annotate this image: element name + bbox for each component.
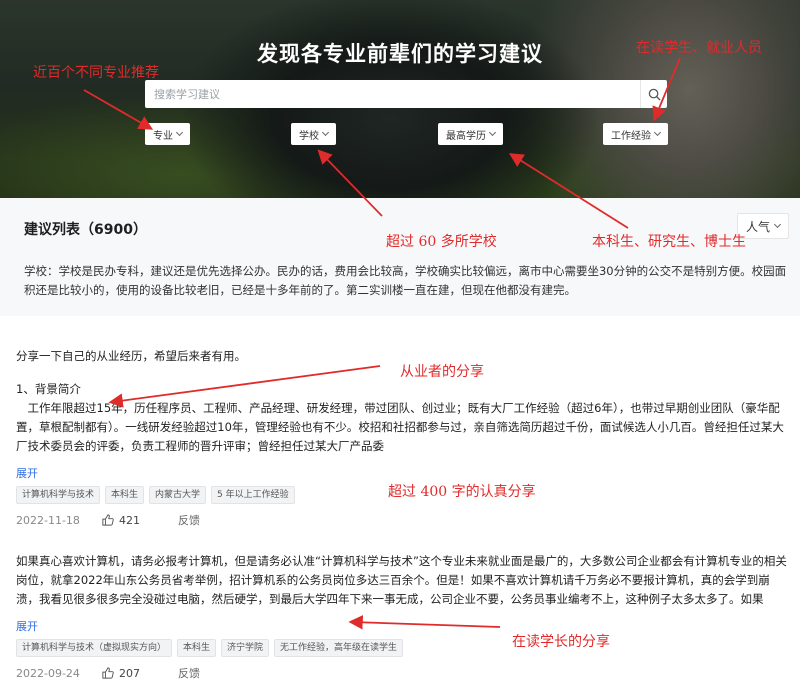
filter-degree-label: 最高学历 (446, 130, 486, 142)
chevron-down-icon (321, 128, 330, 137)
post-date: 2022-09-24 (16, 666, 80, 680)
tag-school[interactable]: 内蒙古大学 (149, 486, 207, 504)
search-input[interactable] (145, 80, 640, 108)
filter-school[interactable]: 学校 (291, 123, 336, 145)
tag-major[interactable]: 计算机科学与技术 (16, 486, 101, 504)
like-button[interactable]: 207 (102, 667, 178, 680)
annotation-arrow-student (348, 615, 501, 630)
chevron-down-icon (488, 128, 497, 137)
search-icon (648, 88, 661, 101)
report-link[interactable]: 反馈 (178, 512, 200, 528)
thumbs-up-icon (102, 514, 114, 526)
post-2-text: 如果真心喜欢计算机，请务必报考计算机，但是请务必认准“计算机科学与技术”这个专业… (16, 554, 787, 606)
annotation-degrees: 本科生、研究生、博士生 (592, 234, 746, 250)
thumbs-up-icon (102, 667, 114, 679)
tag-degree[interactable]: 本科生 (177, 639, 217, 657)
school-intro: 学校：学校是民办专科，建议还是优先选择公办。民办的话，费用会比较高，学校确实比较… (24, 264, 787, 297)
post-1-meta: 2022-11-18 421 反馈 (16, 512, 200, 528)
post-date: 2022-11-18 (16, 513, 80, 527)
post-2-meta: 2022-09-24 207 反馈 (16, 665, 200, 681)
post-2-tags: 计算机科学与技术（虚拟现实方向） 本科生 济宁学院 无工作经验，高年级在读学生 (16, 639, 404, 657)
filter-major-label: 专业 (153, 130, 173, 142)
search-bar (145, 80, 667, 108)
filter-major[interactable]: 专业 (145, 123, 190, 145)
sort-label: 人气 (745, 219, 770, 234)
filter-experience[interactable]: 工作经验 (603, 123, 668, 145)
post-1-tags: 计算机科学与技术 本科生 内蒙古大学 5 年以上工作经验 (16, 486, 295, 504)
filter-degree[interactable]: 最高学历 (438, 123, 503, 145)
like-button[interactable]: 421 (102, 514, 178, 527)
annotation-companies: 在读学生、就业人员 (636, 40, 762, 56)
filter-school-label: 学校 (299, 130, 319, 142)
chevron-down-icon (653, 128, 662, 137)
annotation-student: 在读学长的分享 (512, 634, 610, 650)
annotation-length: 超过 400 字的认真分享 (388, 484, 536, 500)
annotation-practitioner: 从业者的分享 (400, 364, 484, 380)
like-count: 421 (119, 513, 140, 527)
post-1-expand-link[interactable]: 展开 (16, 465, 38, 481)
post-1-line-3: 工作年限超过15年，历任程序员、工程师、产品经理、研发经理，带过团队、创过业；既… (16, 401, 784, 453)
tag-experience[interactable]: 无工作经验，高年级在读学生 (274, 639, 404, 657)
chevron-down-icon (175, 128, 184, 137)
tag-major[interactable]: 计算机科学与技术（虚拟现实方向） (16, 639, 173, 657)
annotation-majors: 近百个不同专业推荐 (33, 65, 159, 81)
report-link[interactable]: 反馈 (178, 665, 200, 681)
like-count: 207 (119, 666, 140, 680)
post-1-line-2: 1、背景简介 (16, 382, 81, 396)
post-2-expand-link[interactable]: 展开 (16, 618, 38, 634)
tag-degree[interactable]: 本科生 (105, 486, 145, 504)
chevron-down-icon (773, 220, 782, 229)
annotation-schools: 超过 60 多所学校 (386, 234, 497, 250)
tag-school[interactable]: 济宁学院 (221, 639, 270, 657)
tag-experience[interactable]: 5 年以上工作经验 (211, 486, 295, 504)
search-button[interactable] (640, 80, 667, 108)
filter-experience-label: 工作经验 (611, 130, 651, 142)
list-title: 建议列表（6900） (24, 222, 147, 238)
